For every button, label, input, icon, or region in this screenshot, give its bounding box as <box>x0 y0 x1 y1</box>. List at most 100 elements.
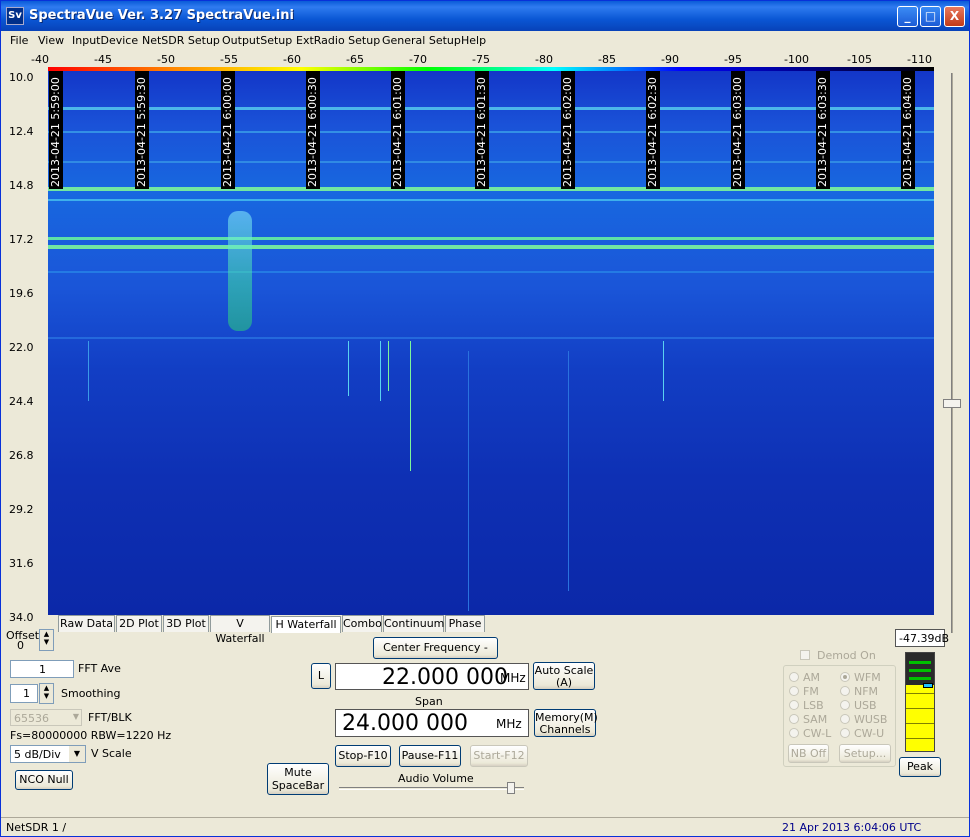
nco-null-button[interactable]: NCO Null <box>15 770 73 790</box>
offset-spinner[interactable]: ▲ ▼ <box>39 629 54 651</box>
mute-shortcut: SpaceBar <box>271 779 325 792</box>
menu-outputsetup[interactable]: OutputSetup <box>222 34 292 47</box>
l-button[interactable]: L <box>311 663 331 689</box>
radio-fm-label: FM <box>803 685 819 698</box>
nb-off-button[interactable]: NB Off <box>788 744 829 763</box>
status-device: NetSDR 1 / <box>6 821 67 834</box>
vscale-label: V Scale <box>91 747 132 760</box>
vscale-select[interactable]: 5 dB/Div ▼ <box>10 745 86 763</box>
db-tick: -95 <box>724 53 742 66</box>
signal-band <box>48 337 934 339</box>
start-button[interactable]: Start-F12 <box>470 745 528 767</box>
db-tick: -50 <box>157 53 175 66</box>
radio-cw-u[interactable]: CW-U <box>840 727 884 740</box>
menu-file[interactable]: File <box>10 34 28 47</box>
title-bar[interactable]: Sv SpectraVue Ver. 3.27 SpectraVue.ini _… <box>1 1 969 31</box>
db-tick: -40 <box>31 53 49 66</box>
meter-tick <box>906 738 934 739</box>
menu-extradio-setup[interactable]: ExtRadio Setup <box>296 34 380 47</box>
radio-wusb[interactable]: WUSB <box>840 713 887 726</box>
audio-volume-slider[interactable] <box>339 782 524 794</box>
pause-button[interactable]: Pause-F11 <box>399 745 461 767</box>
meter-segment <box>909 669 931 672</box>
spectravue-window: Sv SpectraVue Ver. 3.27 SpectraVue.ini _… <box>0 0 970 837</box>
vertical-offset-slider[interactable] <box>942 73 962 633</box>
center-frequency-input[interactable]: 22.000 000 MHz <box>335 663 529 690</box>
offset-value: 0 <box>17 639 24 652</box>
fft-ave-input[interactable]: 1 <box>10 660 74 678</box>
menu-inputdevice[interactable]: InputDevice <box>72 34 138 47</box>
timestamp-label: 2013-04-21 6:01:00 <box>391 71 405 189</box>
maximize-button[interactable]: □ <box>920 6 941 27</box>
tab-raw-data[interactable]: Raw Data <box>58 615 115 632</box>
menu-bar: File View InputDevice NetSDR Setup Outpu… <box>1 31 969 50</box>
signal-band <box>48 187 934 191</box>
timestamp-label: 2013-04-21 6:00:30 <box>306 71 320 189</box>
radio-sam[interactable]: SAM <box>789 713 827 726</box>
radio-dot <box>789 672 799 682</box>
tab-combo[interactable]: Combo <box>342 615 382 632</box>
radio-wfm[interactable]: WFM <box>840 671 881 684</box>
memory-channels-button[interactable]: Memory(M) Channels <box>534 709 598 737</box>
tab-v-waterfall[interactable]: V Waterfall <box>210 615 270 645</box>
smoothing-input[interactable]: 1 <box>10 684 38 703</box>
stop-button[interactable]: Stop-F10 <box>335 745 391 767</box>
radio-sam-label: SAM <box>803 713 828 726</box>
mute-button[interactable]: Mute SpaceBar <box>267 763 329 795</box>
span-input[interactable]: 24.000 000 MHz <box>335 709 529 737</box>
fft-blk-select[interactable]: 65536 ▼ <box>10 709 82 726</box>
radio-nfm[interactable]: NFM <box>840 685 878 698</box>
waterfall-display[interactable]: 2013-04-21 5:59:00 2013-04-21 5:59:30 20… <box>48 71 934 615</box>
menu-view[interactable]: View <box>38 34 64 47</box>
db-tick: -110 <box>907 53 932 66</box>
db-tick: -70 <box>409 53 427 66</box>
smoothing-spinner[interactable]: ▲ ▼ <box>39 683 54 704</box>
menu-netsdr-setup[interactable]: NetSDR Setup <box>142 34 220 47</box>
audio-volume-thumb[interactable] <box>507 782 515 794</box>
radio-am[interactable]: AM <box>789 671 820 684</box>
timestamp-label: 2013-04-21 6:02:00 <box>561 71 575 189</box>
radio-dot <box>840 728 850 738</box>
tab-2d-plot[interactable]: 2D Plot <box>116 615 162 632</box>
offset-value-field[interactable]: 0 <box>15 638 39 654</box>
radio-lsb[interactable]: LSB <box>789 699 824 712</box>
auto-scale-shortcut: (A) <box>555 676 573 689</box>
spur-line <box>410 341 411 471</box>
freq-tick: 24.4 <box>9 395 34 408</box>
meter-tick <box>906 723 934 724</box>
signal-band <box>48 271 934 273</box>
tab-3d-plot[interactable]: 3D Plot <box>163 615 209 632</box>
timestamp-label: 2013-04-21 6:02:30 <box>646 71 660 189</box>
spur-line <box>348 341 349 396</box>
radio-dot <box>840 686 850 696</box>
spur-line <box>663 341 664 401</box>
radio-fm[interactable]: FM <box>789 685 819 698</box>
tab-phase[interactable]: Phase <box>445 615 485 632</box>
radio-usb[interactable]: USB <box>840 699 877 712</box>
demod-setup-button[interactable]: Setup... <box>839 744 891 763</box>
peak-button[interactable]: Peak <box>899 757 941 777</box>
db-tick: -65 <box>346 53 364 66</box>
db-tick: -60 <box>283 53 301 66</box>
menu-general-setup[interactable]: General Setup <box>382 34 461 47</box>
slider-thumb[interactable] <box>943 399 961 408</box>
meter-tick <box>906 708 934 709</box>
peak-readout: -47.39dB <box>895 629 949 647</box>
freq-tick: 22.0 <box>9 341 34 354</box>
spur-line <box>88 341 89 401</box>
db-tick: -45 <box>94 53 112 66</box>
meter-segment <box>909 661 931 664</box>
tab-continuum[interactable]: Continuum <box>383 615 444 632</box>
auto-scale-button[interactable]: Auto Scale (A) <box>533 662 595 690</box>
radio-cw-l[interactable]: CW-L <box>789 727 831 740</box>
demod-on-checkbox[interactable] <box>800 650 810 660</box>
close-button[interactable]: X <box>944 6 965 27</box>
center-frequency-button[interactable]: Center Frequency - Ins <box>373 637 498 674</box>
tab-h-waterfall[interactable]: H Waterfall <box>271 616 341 633</box>
meter-peak-marker <box>923 683 933 688</box>
timestamp-label: 2013-04-21 6:00:00 <box>221 71 235 189</box>
minimize-button[interactable]: _ <box>897 6 918 27</box>
menu-help[interactable]: Help <box>461 34 486 47</box>
fft-blk-label: FFT/BLK <box>88 711 132 724</box>
radio-cw-l-label: CW-L <box>803 727 832 740</box>
